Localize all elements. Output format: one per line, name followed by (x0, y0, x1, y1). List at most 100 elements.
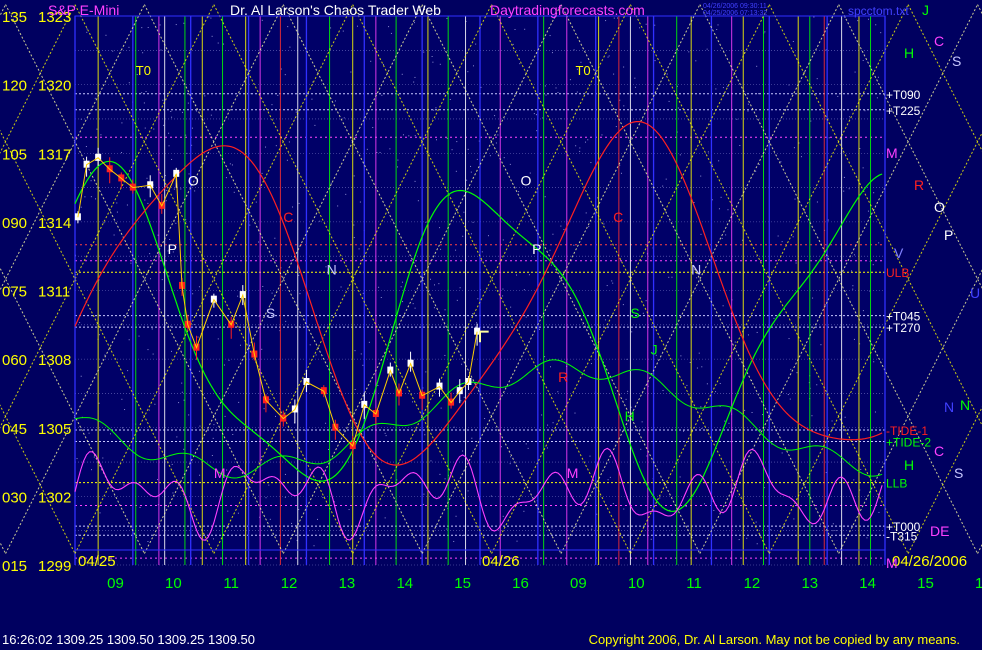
noise-dot (141, 92, 143, 94)
x-axis-hour-label: 16 (512, 575, 529, 592)
noise-dot (557, 391, 559, 393)
noise-dot (353, 224, 355, 226)
noise-dot (227, 510, 229, 512)
noise-dot (109, 433, 111, 435)
noise-dot (439, 227, 441, 229)
noise-dot (334, 100, 336, 102)
noise-dot (104, 354, 106, 356)
noise-dot (787, 394, 789, 396)
noise-dot (792, 236, 794, 238)
planet-letter-chart: C (613, 209, 623, 225)
noise-dot (456, 141, 458, 143)
noise-dot (128, 46, 130, 48)
noise-dot (388, 26, 390, 28)
noise-dot (175, 222, 177, 224)
y-axis-price-label: 1311 (38, 284, 70, 301)
noise-dot (453, 540, 455, 542)
noise-dot (850, 270, 852, 272)
noise-dot (606, 285, 608, 287)
noise-dot (456, 299, 458, 301)
noise-dot (385, 435, 387, 437)
noise-dot (680, 355, 682, 357)
noise-dot (820, 344, 822, 346)
noise-dot (237, 295, 239, 297)
noise-dot (161, 279, 163, 281)
noise-dot (379, 151, 381, 153)
noise-dot (360, 353, 362, 355)
noise-dot (322, 497, 324, 499)
planet-letter-right: J (922, 2, 929, 18)
noise-dot (751, 412, 753, 414)
noise-dot (192, 293, 194, 295)
noise-dot (640, 448, 642, 450)
noise-dot (679, 154, 681, 156)
noise-dot (178, 402, 180, 404)
noise-dot (816, 78, 818, 80)
noise-dot (86, 31, 88, 33)
noise-dot (671, 533, 673, 535)
noise-dot (590, 162, 592, 164)
noise-dot (773, 317, 775, 319)
noise-dot (746, 537, 748, 539)
planet-letter-chart: N (691, 261, 701, 277)
right-level-label: LLB (886, 477, 907, 491)
noise-dot (549, 35, 551, 37)
right-level-label: +T225 (886, 104, 921, 118)
noise-dot (854, 71, 856, 73)
noise-dot (187, 102, 189, 104)
noise-dot (171, 350, 173, 352)
noise-dot (175, 24, 177, 26)
noise-dot (211, 455, 213, 457)
noise-dot (183, 399, 185, 401)
noise-dot (233, 191, 235, 193)
noise-dot (414, 22, 416, 24)
noise-dot (414, 76, 416, 78)
noise-dot (223, 364, 225, 366)
noise-dot (639, 430, 641, 432)
noise-dot (287, 26, 289, 28)
noise-dot (552, 233, 554, 235)
noise-dot (411, 401, 413, 403)
noise-dot (229, 163, 231, 165)
planet-letter-right: DE (930, 523, 949, 539)
noise-dot (542, 117, 544, 119)
noise-dot (116, 202, 118, 204)
noise-dot (853, 254, 855, 256)
x-axis-hour-label: 13 (339, 575, 356, 592)
noise-dot (449, 98, 451, 100)
noise-dot (736, 118, 738, 120)
noise-dot (706, 383, 708, 385)
noise-dot (864, 110, 866, 112)
noise-dot (509, 463, 511, 465)
noise-dot (263, 408, 265, 410)
noise-dot (168, 132, 170, 134)
noise-dot (700, 233, 702, 235)
noise-dot (425, 371, 427, 373)
noise-dot (832, 523, 834, 525)
noise-dot (724, 420, 726, 422)
noise-dot (755, 170, 757, 172)
noise-dot (284, 496, 286, 498)
noise-dot (662, 390, 664, 392)
noise-dot (535, 114, 537, 116)
noise-dot (204, 95, 206, 97)
noise-dot (502, 295, 504, 297)
x-axis-hour-label: 15 (917, 575, 934, 592)
symbol-title: S&P E-Mini (48, 2, 119, 18)
noise-dot (559, 278, 561, 280)
noise-dot (873, 361, 875, 363)
noise-dot (738, 539, 740, 541)
y-axis-price-label: 1320 (38, 78, 71, 95)
noise-dot (401, 73, 403, 75)
noise-dot (199, 425, 201, 427)
noise-dot (476, 158, 478, 160)
noise-dot (706, 48, 708, 50)
noise-dot (166, 189, 168, 191)
noise-dot (764, 31, 766, 33)
noise-dot (143, 102, 145, 104)
noise-dot (98, 402, 100, 404)
x-axis-hour-label: 12 (744, 575, 761, 592)
noise-dot (100, 134, 102, 136)
right-level-label: +TIDE-2 (886, 435, 931, 449)
noise-dot (180, 188, 182, 190)
